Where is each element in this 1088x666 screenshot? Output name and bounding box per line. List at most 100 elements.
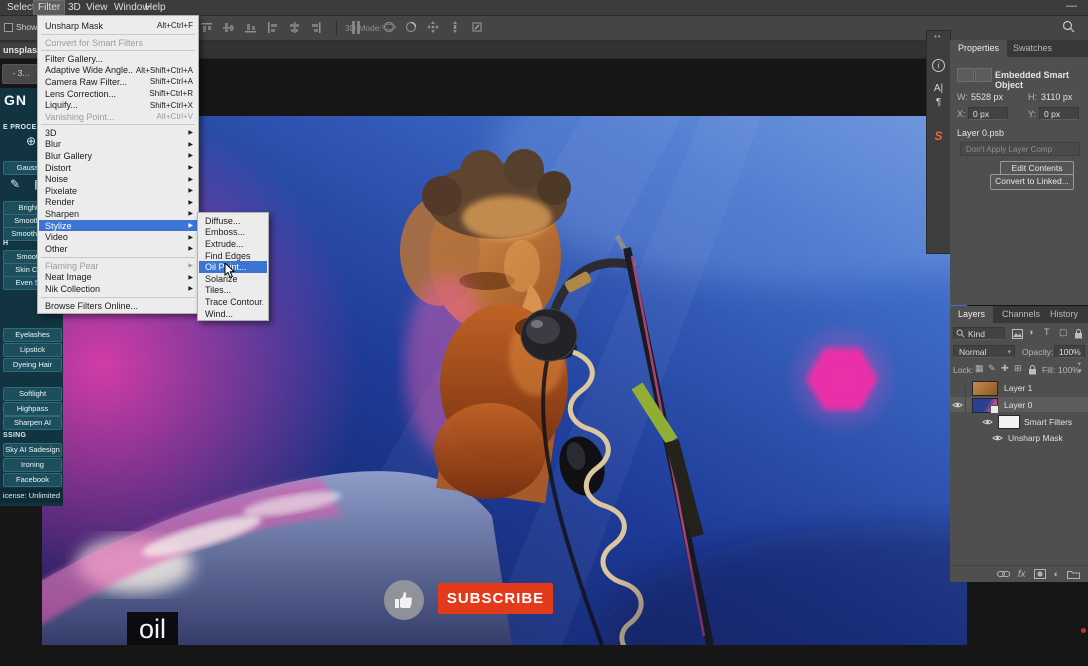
menu-view[interactable]: View bbox=[82, 1, 112, 14]
distribute-left-icon[interactable] bbox=[266, 21, 279, 34]
blend-mode-dropdown[interactable]: Normal ▾ bbox=[953, 345, 1015, 358]
align-bottom-icon[interactable] bbox=[244, 21, 257, 34]
sidebar-item-softlight[interactable]: Softlight bbox=[3, 387, 62, 401]
submenu-item-extrude[interactable]: Extrude... bbox=[199, 238, 267, 250]
submenu-item-trace-contour[interactable]: Trace Contour... bbox=[199, 296, 267, 308]
show-transform-checkbox[interactable] bbox=[4, 23, 13, 32]
opacity-input[interactable]: 100% ▾ bbox=[1054, 345, 1085, 368]
sidebar-item-facebook[interactable]: Facebook bbox=[3, 473, 62, 487]
sidebar-item-lipstick[interactable]: Lipstick bbox=[3, 343, 62, 357]
menu-item-nik-collection[interactable]: Nik Collection ▶ bbox=[39, 283, 197, 295]
layer-thumbnail[interactable] bbox=[972, 381, 998, 396]
tab-layers[interactable]: Layers bbox=[950, 306, 994, 323]
lock-position-icon[interactable]: ✚ bbox=[1001, 363, 1009, 374]
lock-transparency-icon[interactable]: ▦ bbox=[975, 363, 984, 374]
character-panel-icon[interactable]: A| bbox=[927, 83, 950, 94]
zoom-level-chip[interactable]: - 3... bbox=[2, 64, 40, 84]
filter-type-icon[interactable]: T bbox=[1044, 327, 1050, 337]
sidebar-item-eyelashes[interactable]: Eyelashes bbox=[3, 328, 62, 342]
minimize-button[interactable]: — bbox=[1066, 0, 1077, 12]
menu-item-filter-gallery[interactable]: Filter Gallery... bbox=[39, 53, 197, 65]
tab-properties[interactable]: Properties bbox=[950, 40, 1008, 57]
layer-row-1[interactable]: Layer 1 bbox=[950, 380, 1088, 396]
menu-item-video[interactable]: Video ▶ bbox=[39, 231, 197, 243]
orbit-icon[interactable] bbox=[382, 20, 396, 34]
like-badge[interactable] bbox=[384, 580, 424, 620]
menu-item-blur-gallery[interactable]: Blur Gallery ▶ bbox=[39, 150, 197, 162]
menu-item-neat-image[interactable]: Neat Image ▶ bbox=[39, 272, 197, 284]
align-top-icon[interactable] bbox=[200, 21, 213, 34]
menu-item-stylize[interactable]: Stylize ▶ bbox=[39, 219, 197, 232]
visibility-toggle[interactable] bbox=[950, 397, 966, 412]
visibility-toggle[interactable] bbox=[980, 414, 995, 429]
y-input[interactable]: 0 px bbox=[1039, 107, 1079, 120]
sidebar-item-sharpen-ai[interactable]: Sharpen AI bbox=[3, 416, 62, 430]
tab-history[interactable]: History bbox=[1042, 306, 1086, 323]
filter-mask-thumbnail[interactable] bbox=[998, 415, 1020, 429]
visibility-toggle[interactable] bbox=[950, 380, 966, 395]
lock-artboard-icon[interactable]: ⊞ bbox=[1014, 363, 1022, 374]
layer-comp-dropdown[interactable]: Don't Apply Layer Comp bbox=[960, 142, 1080, 156]
sidebar-item-sky-ai[interactable]: Sky AI Sadesign bbox=[3, 443, 62, 457]
menu-item-blur[interactable]: Blur ▶ bbox=[39, 139, 197, 151]
menu-item-render[interactable]: Render ▶ bbox=[39, 197, 197, 209]
submenu-item-emboss[interactable]: Emboss... bbox=[199, 227, 267, 239]
filter-shape-icon[interactable]: ▢ bbox=[1059, 327, 1068, 338]
distribute-center-icon[interactable] bbox=[288, 21, 301, 34]
lock-all-icon[interactable] bbox=[1028, 364, 1037, 375]
distribute-right-icon[interactable] bbox=[310, 21, 323, 34]
smart-filters-row[interactable]: Smart Filters bbox=[950, 414, 1088, 429]
sidebar-item-dyeing-hair[interactable]: Dyeing Hair bbox=[3, 358, 62, 372]
sidebar-item-ironing[interactable]: Ironing bbox=[3, 458, 62, 472]
blend-icon[interactable]: ⊕ bbox=[26, 134, 36, 148]
adjustment-layer-icon[interactable]: ◐ bbox=[1054, 569, 1059, 579]
menu-item-unsharp-mask[interactable]: Unsharp Mask Alt+Ctrl+F bbox=[39, 20, 197, 32]
x-input[interactable]: 0 px bbox=[968, 107, 1008, 120]
menu-item-liquify[interactable]: Liquify... Shift+Ctrl+X bbox=[39, 99, 197, 111]
dock-grip[interactable]: •• bbox=[934, 32, 942, 41]
search-icon[interactable] bbox=[1062, 20, 1075, 38]
layer-style-icon[interactable]: fx bbox=[1018, 569, 1026, 580]
menu-item-noise[interactable]: Noise ▶ bbox=[39, 173, 197, 185]
layer-row-0[interactable]: Layer 0 bbox=[950, 397, 1088, 414]
filter-smart-object-lock-icon[interactable] bbox=[1074, 328, 1083, 339]
link-layers-icon[interactable] bbox=[996, 570, 1010, 578]
menu-filter[interactable]: Filter bbox=[33, 0, 66, 15]
submenu-item-tiles[interactable]: Tiles... bbox=[199, 285, 267, 297]
scale-icon[interactable] bbox=[470, 20, 484, 34]
tab-swatches[interactable]: Swatches bbox=[1005, 40, 1060, 57]
plugin-panel-icon[interactable]: S bbox=[927, 129, 950, 143]
roll-icon[interactable] bbox=[404, 20, 418, 34]
submenu-item-find-edges[interactable]: Find Edges bbox=[199, 250, 267, 262]
new-group-icon[interactable] bbox=[1067, 569, 1080, 579]
info-panel-icon[interactable]: i bbox=[927, 55, 950, 73]
lock-image-icon[interactable]: ✎ bbox=[988, 363, 996, 374]
menu-item-browse-filters-online[interactable]: Browse Filters Online... bbox=[39, 300, 197, 312]
menu-item-other[interactable]: Other ▶ bbox=[39, 243, 197, 255]
menu-item-sharpen[interactable]: Sharpen ▶ bbox=[39, 208, 197, 220]
menu-item-distort[interactable]: Distort ▶ bbox=[39, 162, 197, 174]
convert-to-linked-button[interactable]: Convert to Linked... bbox=[990, 174, 1074, 190]
paragraph-panel-icon[interactable]: ¶ bbox=[927, 97, 950, 108]
align-tools bbox=[200, 20, 362, 35]
menu-item-3d[interactable]: 3D ▶ bbox=[39, 127, 197, 139]
submenu-item-wind[interactable]: Wind... bbox=[199, 308, 267, 320]
sidebar-item-highpass[interactable]: Highpass bbox=[3, 402, 62, 416]
menu-item-adaptive-wide-angle[interactable]: Adaptive Wide Angle... Alt+Shift+Ctrl+A bbox=[39, 65, 197, 77]
menu-item-lens-correction[interactable]: Lens Correction... Shift+Ctrl+R bbox=[39, 88, 197, 100]
menu-item-pixelate[interactable]: Pixelate ▶ bbox=[39, 185, 197, 197]
brush-icon[interactable]: ✎ bbox=[10, 177, 20, 191]
pan-icon[interactable] bbox=[426, 20, 440, 34]
submenu-item-diffuse[interactable]: Diffuse... bbox=[199, 215, 267, 227]
filter-image-icon[interactable] bbox=[1012, 329, 1023, 339]
align-vcenter-icon[interactable] bbox=[222, 21, 235, 34]
subscribe-button[interactable]: SUBSCRIBE bbox=[438, 583, 553, 614]
slide-icon[interactable] bbox=[448, 20, 462, 34]
visibility-toggle[interactable] bbox=[990, 430, 1005, 445]
filter-adjustment-icon[interactable]: ◑ bbox=[1028, 327, 1033, 337]
add-mask-icon[interactable] bbox=[1033, 569, 1046, 579]
menu-item-camera-raw[interactable]: Camera Raw Filter... Shift+Ctrl+A bbox=[39, 76, 197, 88]
tab-channels[interactable]: Channels bbox=[994, 306, 1048, 323]
menu-help[interactable]: Help bbox=[141, 1, 170, 14]
unsharp-mask-row[interactable]: Unsharp Mask bbox=[950, 430, 1088, 445]
